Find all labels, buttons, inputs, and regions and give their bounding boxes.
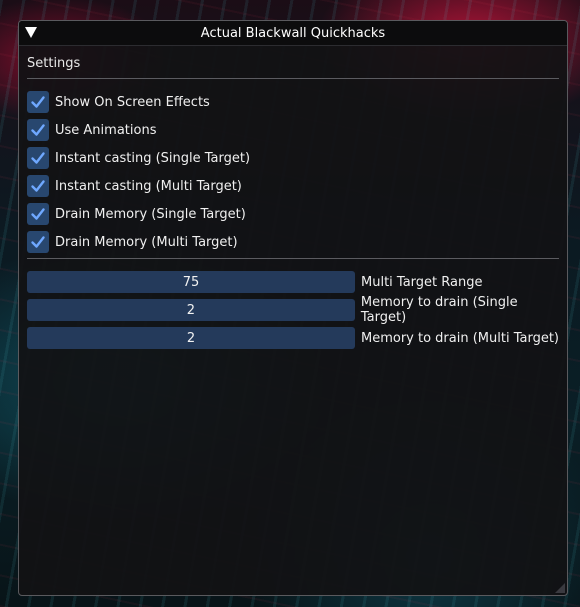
slider-label: Memory to drain (Single Target) <box>360 295 518 325</box>
settings-window: Actual Blackwall Quickhacks Settings Sho… <box>18 20 568 596</box>
slider-multi-target-range[interactable]: 75 <box>27 271 355 293</box>
checkbox-instant-casting-single[interactable]: Instant casting (Single Target) <box>27 144 250 172</box>
checkmark-icon <box>31 152 45 164</box>
checkbox-drain-memory-multi[interactable]: Drain Memory (Multi Target) <box>27 228 250 256</box>
checkbox-box[interactable] <box>27 119 49 141</box>
checkmark-icon <box>31 96 45 108</box>
checkbox-box[interactable] <box>27 91 49 113</box>
checkbox-label: Show On Screen Effects <box>55 94 210 110</box>
checkbox-show-on-screen-effects[interactable]: Show On Screen Effects <box>27 88 250 116</box>
checkbox-label: Instant casting (Multi Target) <box>55 178 242 194</box>
resize-grip[interactable] <box>555 583 565 593</box>
slider-list: 75 Multi Target Range 2 Memory to drain … <box>27 268 567 352</box>
slider-memory-drain-single[interactable]: 2 <box>27 299 355 321</box>
separator <box>27 78 559 79</box>
slider-row-memory-drain-multi: 2 Memory to drain (Multi Target) <box>27 324 567 352</box>
checkbox-box[interactable] <box>27 231 49 253</box>
checkmark-icon <box>31 124 45 136</box>
checkbox-drain-memory-single[interactable]: Drain Memory (Single Target) <box>27 200 250 228</box>
checkbox-label: Use Animations <box>55 122 157 138</box>
slider-memory-drain-multi[interactable]: 2 <box>27 327 355 349</box>
checkbox-box[interactable] <box>27 203 49 225</box>
checkbox-box[interactable] <box>27 175 49 197</box>
section-label-settings: Settings <box>27 56 81 71</box>
checkbox-instant-casting-multi[interactable]: Instant casting (Multi Target) <box>27 172 250 200</box>
slider-label: Memory to drain (Multi Target) <box>361 330 560 346</box>
checkbox-list: Show On Screen Effects Use Animations In… <box>27 88 250 256</box>
checkbox-label: Instant casting (Single Target) <box>55 150 251 166</box>
checkbox-box[interactable] <box>27 147 49 169</box>
slider-label: Multi Target Range <box>361 274 483 290</box>
checkbox-label: Drain Memory (Single Target) <box>55 206 246 222</box>
checkmark-icon <box>31 208 45 220</box>
window-titlebar[interactable]: Actual Blackwall Quickhacks <box>19 21 567 46</box>
checkmark-icon <box>31 180 45 192</box>
slider-row-multi-target-range: 75 Multi Target Range <box>27 268 567 296</box>
checkbox-label: Drain Memory (Multi Target) <box>55 234 238 250</box>
separator <box>27 258 559 259</box>
slider-row-memory-drain-single: 2 Memory to drain (Single Target) <box>27 295 567 325</box>
checkmark-icon <box>31 236 45 248</box>
checkbox-use-animations[interactable]: Use Animations <box>27 116 250 144</box>
window-title: Actual Blackwall Quickhacks <box>200 25 386 41</box>
collapse-arrow-icon[interactable] <box>25 27 37 38</box>
